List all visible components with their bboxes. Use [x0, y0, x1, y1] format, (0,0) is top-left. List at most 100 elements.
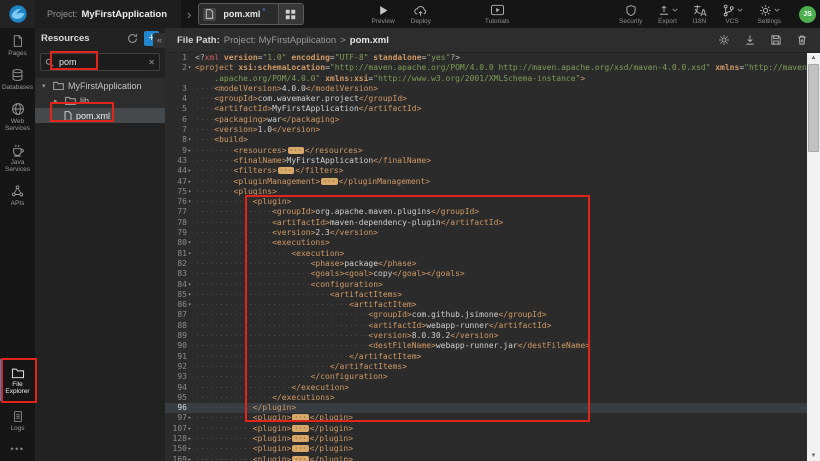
code-line[interactable]: 92····························</artifact… — [165, 362, 807, 372]
fold-toggle-icon[interactable]: ▸ — [187, 177, 195, 187]
fold-toggle-icon[interactable]: ▸ — [187, 444, 195, 454]
fold-toggle-icon[interactable]: ▸ — [187, 455, 195, 461]
fold-toggle-icon[interactable]: ▾ — [187, 197, 195, 207]
sidebar-item-logs[interactable]: Logs — [0, 404, 35, 437]
folded-code-icon[interactable]: ··· — [292, 425, 308, 432]
code-line[interactable]: 91································</arti… — [165, 352, 807, 362]
code-line[interactable]: 43········<finalName>MyFirstApplication<… — [165, 156, 807, 166]
save-icon[interactable] — [770, 34, 782, 46]
code-line[interactable]: 1<?xml version="1.0" encoding="UTF-8" st… — [165, 53, 807, 63]
code-line[interactable]: 44▸········<filters>···</filters> — [165, 166, 807, 176]
code-line[interactable]: 47▸········<pluginManagement>···</plugin… — [165, 177, 807, 187]
fold-toggle-icon[interactable]: ▾ — [187, 135, 195, 145]
code-line[interactable]: 97▸············<plugin>···</plugin> — [165, 413, 807, 423]
fold-toggle-icon[interactable]: ▸ — [187, 146, 195, 156]
code-line[interactable]: 87····································<g… — [165, 310, 807, 320]
scroll-up-icon[interactable]: ▲ — [807, 53, 820, 63]
preview-button[interactable]: Preview — [372, 3, 395, 25]
folded-code-icon[interactable]: ··· — [288, 147, 304, 154]
code-line[interactable]: 81▾····················<execution> — [165, 249, 807, 259]
code-line[interactable]: 85▾····························<artifact… — [165, 290, 807, 300]
code-line[interactable]: 169▸············<plugin>···</plugin> — [165, 455, 807, 461]
fold-toggle-icon[interactable]: ▸ — [187, 424, 195, 434]
sidebar-item-java-services[interactable]: Java Services — [0, 137, 35, 178]
folded-code-icon[interactable]: ··· — [292, 456, 308, 461]
code-line[interactable]: .apache.org/POM/4.0.0" xmlns:xsi="http:/… — [165, 74, 807, 84]
user-avatar[interactable]: JS — [799, 6, 816, 23]
i18n-button[interactable]: I18N — [693, 3, 707, 25]
code-line[interactable]: 6····<packaging>war</packaging> — [165, 115, 807, 125]
code-line[interactable]: 79················<version>2.3</version> — [165, 228, 807, 238]
chevron-right-icon[interactable]: ▸ — [54, 97, 61, 105]
fold-toggle-icon[interactable]: ▾ — [187, 280, 195, 290]
search-input[interactable] — [57, 56, 145, 68]
folded-code-icon[interactable]: ··· — [278, 167, 294, 174]
export-button[interactable]: Export — [658, 3, 678, 25]
code-line[interactable]: 95················</executions> — [165, 393, 807, 403]
sidebar-item-file-explorer[interactable]: File Explorer — [0, 361, 35, 400]
code-line[interactable]: 84▾························<configuratio… — [165, 280, 807, 290]
security-button[interactable]: Security — [619, 3, 642, 25]
clear-search-icon[interactable]: ✕ — [148, 58, 155, 67]
code-line[interactable]: 77················<groupId>org.apache.ma… — [165, 207, 807, 217]
tab-pom-xml[interactable]: pom.xml * — [198, 3, 303, 25]
code-line[interactable]: 94····················</execution> — [165, 383, 807, 393]
fold-toggle-icon[interactable]: ▸ — [187, 166, 195, 176]
fold-toggle-icon[interactable]: ▾ — [187, 187, 195, 197]
chevron-down-icon[interactable]: ▾ — [42, 82, 49, 90]
editor-scrollbar[interactable]: ▲ ▼ — [807, 53, 820, 461]
fold-toggle-icon[interactable]: ▾ — [187, 63, 195, 73]
folded-code-icon[interactable]: ··· — [292, 414, 308, 421]
settings-button[interactable]: Settings — [758, 3, 782, 25]
folded-code-icon[interactable]: ··· — [321, 178, 337, 185]
tree-item-lib[interactable]: ▸ lib — [35, 93, 165, 108]
fold-toggle-icon[interactable]: ▾ — [187, 238, 195, 248]
code-line[interactable]: 83························<goals><goal>c… — [165, 269, 807, 279]
fold-toggle-icon[interactable]: ▾ — [187, 300, 195, 310]
code-line[interactable]: 5····<artifactId>MyFirstApplication</art… — [165, 104, 807, 114]
code-line[interactable]: 128▸············<plugin>···</plugin> — [165, 434, 807, 444]
code-line[interactable]: 4····<groupId>com.wavemaker.project</gro… — [165, 94, 807, 104]
sidebar-item-web-services[interactable]: Web Services — [0, 96, 35, 137]
vcs-button[interactable]: VCS — [722, 3, 743, 25]
code-line[interactable]: 3····<modelVersion>4.0.0</modelVersion> — [165, 84, 807, 94]
code-line[interactable]: 9▸········<resources>···</resources> — [165, 146, 807, 156]
code-line[interactable]: 8▾····<build> — [165, 135, 807, 145]
code-line[interactable]: 90····································<d… — [165, 341, 807, 351]
code-line[interactable]: 107▸············<plugin>···</plugin> — [165, 424, 807, 434]
tree-item-pom-xml[interactable]: pom.xml — [35, 108, 165, 123]
fold-toggle-icon[interactable]: ▾ — [187, 249, 195, 259]
tree-item-project-root[interactable]: ▾ MyFirstApplication — [35, 78, 165, 93]
delete-icon[interactable] — [796, 34, 808, 46]
code-line[interactable]: 75▾········<plugins> — [165, 187, 807, 197]
code-line[interactable]: 82························<phase>package… — [165, 259, 807, 269]
deploy-button[interactable]: Deploy — [411, 3, 431, 25]
more-options-icon[interactable]: ••• — [0, 444, 35, 454]
code-line[interactable]: 93························</configuratio… — [165, 372, 807, 382]
scroll-down-icon[interactable]: ▼ — [807, 451, 820, 461]
sidebar-item-apis[interactable]: APIs — [0, 178, 35, 212]
code-line[interactable]: 78················<artifactId>maven-depe… — [165, 218, 807, 228]
code-line[interactable]: 7····<version>1.0</version> — [165, 125, 807, 135]
code-line[interactable]: 2▾<project xsi:schemaLocation="http://ma… — [165, 63, 807, 73]
editor-settings-icon[interactable] — [718, 34, 730, 46]
refresh-icon[interactable] — [127, 33, 138, 44]
code-line[interactable]: 96············</plugin> — [165, 403, 807, 413]
tutorials-button[interactable]: Tutorials — [485, 3, 510, 25]
fold-toggle-icon[interactable]: ▸ — [187, 413, 195, 423]
grid-view-icon[interactable] — [278, 4, 303, 24]
code-line[interactable]: 76▾············<plugin> — [165, 197, 807, 207]
fold-toggle-icon[interactable]: ▸ — [187, 434, 195, 444]
code-line[interactable]: 88····································<a… — [165, 321, 807, 331]
code-line[interactable]: 80▾················<executions> — [165, 238, 807, 248]
collapse-panel-icon[interactable]: « — [153, 33, 166, 48]
fold-toggle-icon[interactable]: ▾ — [187, 290, 195, 300]
scrollbar-thumb[interactable] — [808, 64, 819, 152]
folded-code-icon[interactable]: ··· — [292, 435, 308, 442]
folded-code-icon[interactable]: ··· — [292, 445, 308, 452]
code-line[interactable]: 150▸············<plugin>···</plugin> — [165, 444, 807, 454]
sidebar-item-databases[interactable]: Databases — [0, 62, 35, 96]
download-icon[interactable] — [744, 34, 756, 46]
code-line[interactable]: 86▾································<arti… — [165, 300, 807, 310]
sidebar-item-pages[interactable]: Pages — [0, 28, 35, 62]
